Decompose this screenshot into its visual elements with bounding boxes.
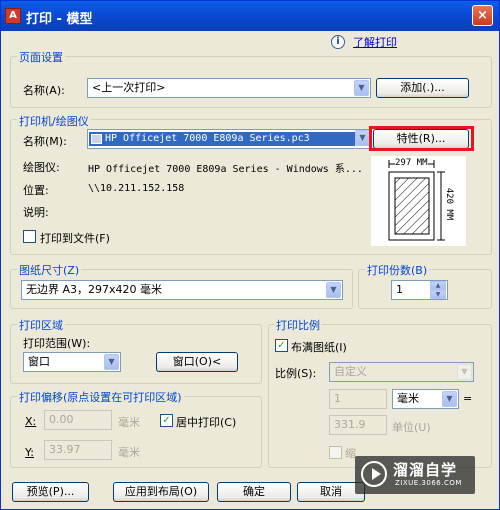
scale-unit-value: 毫米	[397, 392, 419, 405]
autocad-app-icon: A	[5, 8, 21, 24]
scale-value2: 331.9	[334, 418, 366, 431]
printer-name-text: HP Officejet 7000 E809a Series.pc3	[105, 133, 310, 144]
center-plot-label[interactable]: 居中打印(C)	[176, 414, 236, 430]
scale-label: 比例(S):	[275, 367, 317, 380]
title-bar[interactable]: A 打印 - 模型 ×	[1, 1, 499, 31]
scale-value: 自定义	[334, 365, 367, 378]
paper-size-label: 图纸尺寸(Z)	[17, 262, 82, 278]
offset-y-input[interactable]: 33.97	[44, 440, 112, 460]
copies-input[interactable]: 1 ▲ ▼	[391, 280, 448, 300]
paper-preview: 297 MM 420 MM	[371, 156, 466, 246]
plotter-label: 绘图仪:	[23, 161, 60, 174]
highlight-annotation	[369, 126, 474, 151]
window-title: 打印 - 模型	[26, 12, 93, 27]
preview-height-label: 420 MM	[444, 187, 454, 221]
copies-value: 1	[396, 283, 403, 296]
add-page-setup-button[interactable]: 添加(.)...	[376, 78, 469, 98]
printer-icon	[91, 134, 102, 144]
play-logo-icon	[361, 461, 387, 487]
offset-x-unit: 毫米	[118, 416, 140, 429]
offset-y-value: 33.97	[49, 443, 81, 456]
learn-printing-link[interactable]: 了解打印	[353, 34, 397, 50]
print-to-file-checkbox[interactable]	[23, 230, 36, 243]
description-label: 说明:	[23, 206, 49, 219]
page-setup-label: 页面设置	[17, 49, 65, 65]
center-plot-checkbox[interactable]: ✓	[160, 414, 173, 427]
plot-offset-label: 打印偏移(原点设置在可打印区域)	[17, 389, 184, 405]
offset-x-input[interactable]: 0.00	[44, 410, 112, 430]
scale-select[interactable]: 自定义 ▼	[329, 362, 474, 382]
paper-size-select[interactable]: 无边界 A3，297x420 毫米 ▼	[21, 280, 343, 300]
page-setup-name-select[interactable]: <上一次打印> ▼	[87, 78, 371, 98]
offset-y-label: Y:	[25, 446, 34, 459]
info-icon: i	[331, 35, 345, 49]
spin-down-icon[interactable]: ▼	[430, 290, 446, 299]
scale-value2-input[interactable]: 331.9	[329, 415, 387, 435]
location-value: \\10.211.152.158	[88, 183, 185, 194]
chevron-down-icon[interactable]: ▼	[457, 364, 472, 380]
chevron-down-icon[interactable]: ▼	[326, 282, 341, 298]
fit-to-paper-label[interactable]: 布满图纸(I)	[291, 339, 347, 355]
plot-area-label: 打印区域	[17, 317, 65, 333]
preview-width-label: 297 MM	[395, 158, 428, 168]
plot-scale-label: 打印比例	[274, 317, 322, 333]
location-label: 位置:	[23, 184, 49, 197]
plotter-value: HP Officejet 7000 E809a Series - Windows…	[88, 164, 363, 175]
watermark: 溜溜自学 ZIXUE.3066.COM	[355, 456, 475, 494]
scale-unit-select[interactable]: 毫米 ▼	[392, 389, 459, 409]
fit-to-paper-checkbox[interactable]: ✓	[275, 339, 288, 352]
page-setup-name-value: <上一次打印>	[92, 81, 166, 94]
apply-to-layout-button[interactable]: 应用到布局(O)	[113, 482, 209, 502]
scale-equals: =	[463, 392, 473, 405]
scale-value1-input[interactable]: 1	[329, 389, 387, 409]
scale-units-label: 单位(U)	[392, 421, 431, 434]
plot-range-label: 打印范围(W):	[23, 337, 91, 350]
printer-label: 打印机/绘图仪	[17, 113, 91, 129]
page-setup-name-label: 名称(A):	[23, 84, 65, 97]
plot-range-value: 窗口	[28, 355, 50, 368]
offset-x-value: 0.00	[49, 413, 74, 426]
offset-y-unit: 毫米	[118, 446, 140, 459]
scale-lineweights-checkbox[interactable]	[329, 446, 342, 459]
ok-button[interactable]: 确定	[217, 482, 291, 502]
chevron-down-icon[interactable]: ▼	[354, 80, 369, 96]
copies-label: 打印份数(B)	[365, 262, 430, 278]
plot-range-select[interactable]: 窗口 ▼	[23, 352, 121, 372]
print-to-file-label[interactable]: 打印到文件(F)	[40, 230, 110, 246]
printer-name-label: 名称(M):	[23, 135, 67, 148]
chevron-down-icon[interactable]: ▼	[104, 354, 119, 370]
help-area: i 了解打印	[331, 34, 397, 50]
print-dialog: A 打印 - 模型 × i 了解打印 页面设置 名称(A): <上一次打印> ▼…	[0, 0, 500, 510]
watermark-subtitle: ZIXUE.3066.COM	[395, 479, 462, 487]
copies-spinner[interactable]: ▲ ▼	[430, 281, 446, 299]
window-pick-button[interactable]: 窗口(O)<	[156, 352, 238, 372]
spin-up-icon[interactable]: ▲	[430, 281, 446, 290]
scale-value1: 1	[334, 392, 341, 405]
preview-button[interactable]: 预览(P)...	[12, 482, 89, 502]
close-button[interactable]: ×	[472, 5, 493, 26]
chevron-down-icon[interactable]: ▼	[355, 130, 370, 146]
chevron-down-icon[interactable]: ▼	[442, 391, 457, 407]
printer-name-value: HP Officejet 7000 E809a Series.pc3	[89, 132, 355, 146]
paper-size-value: 无边界 A3，297x420 毫米	[26, 283, 163, 296]
watermark-title: 溜溜自学	[393, 461, 458, 479]
offset-x-label: X:	[25, 415, 37, 428]
